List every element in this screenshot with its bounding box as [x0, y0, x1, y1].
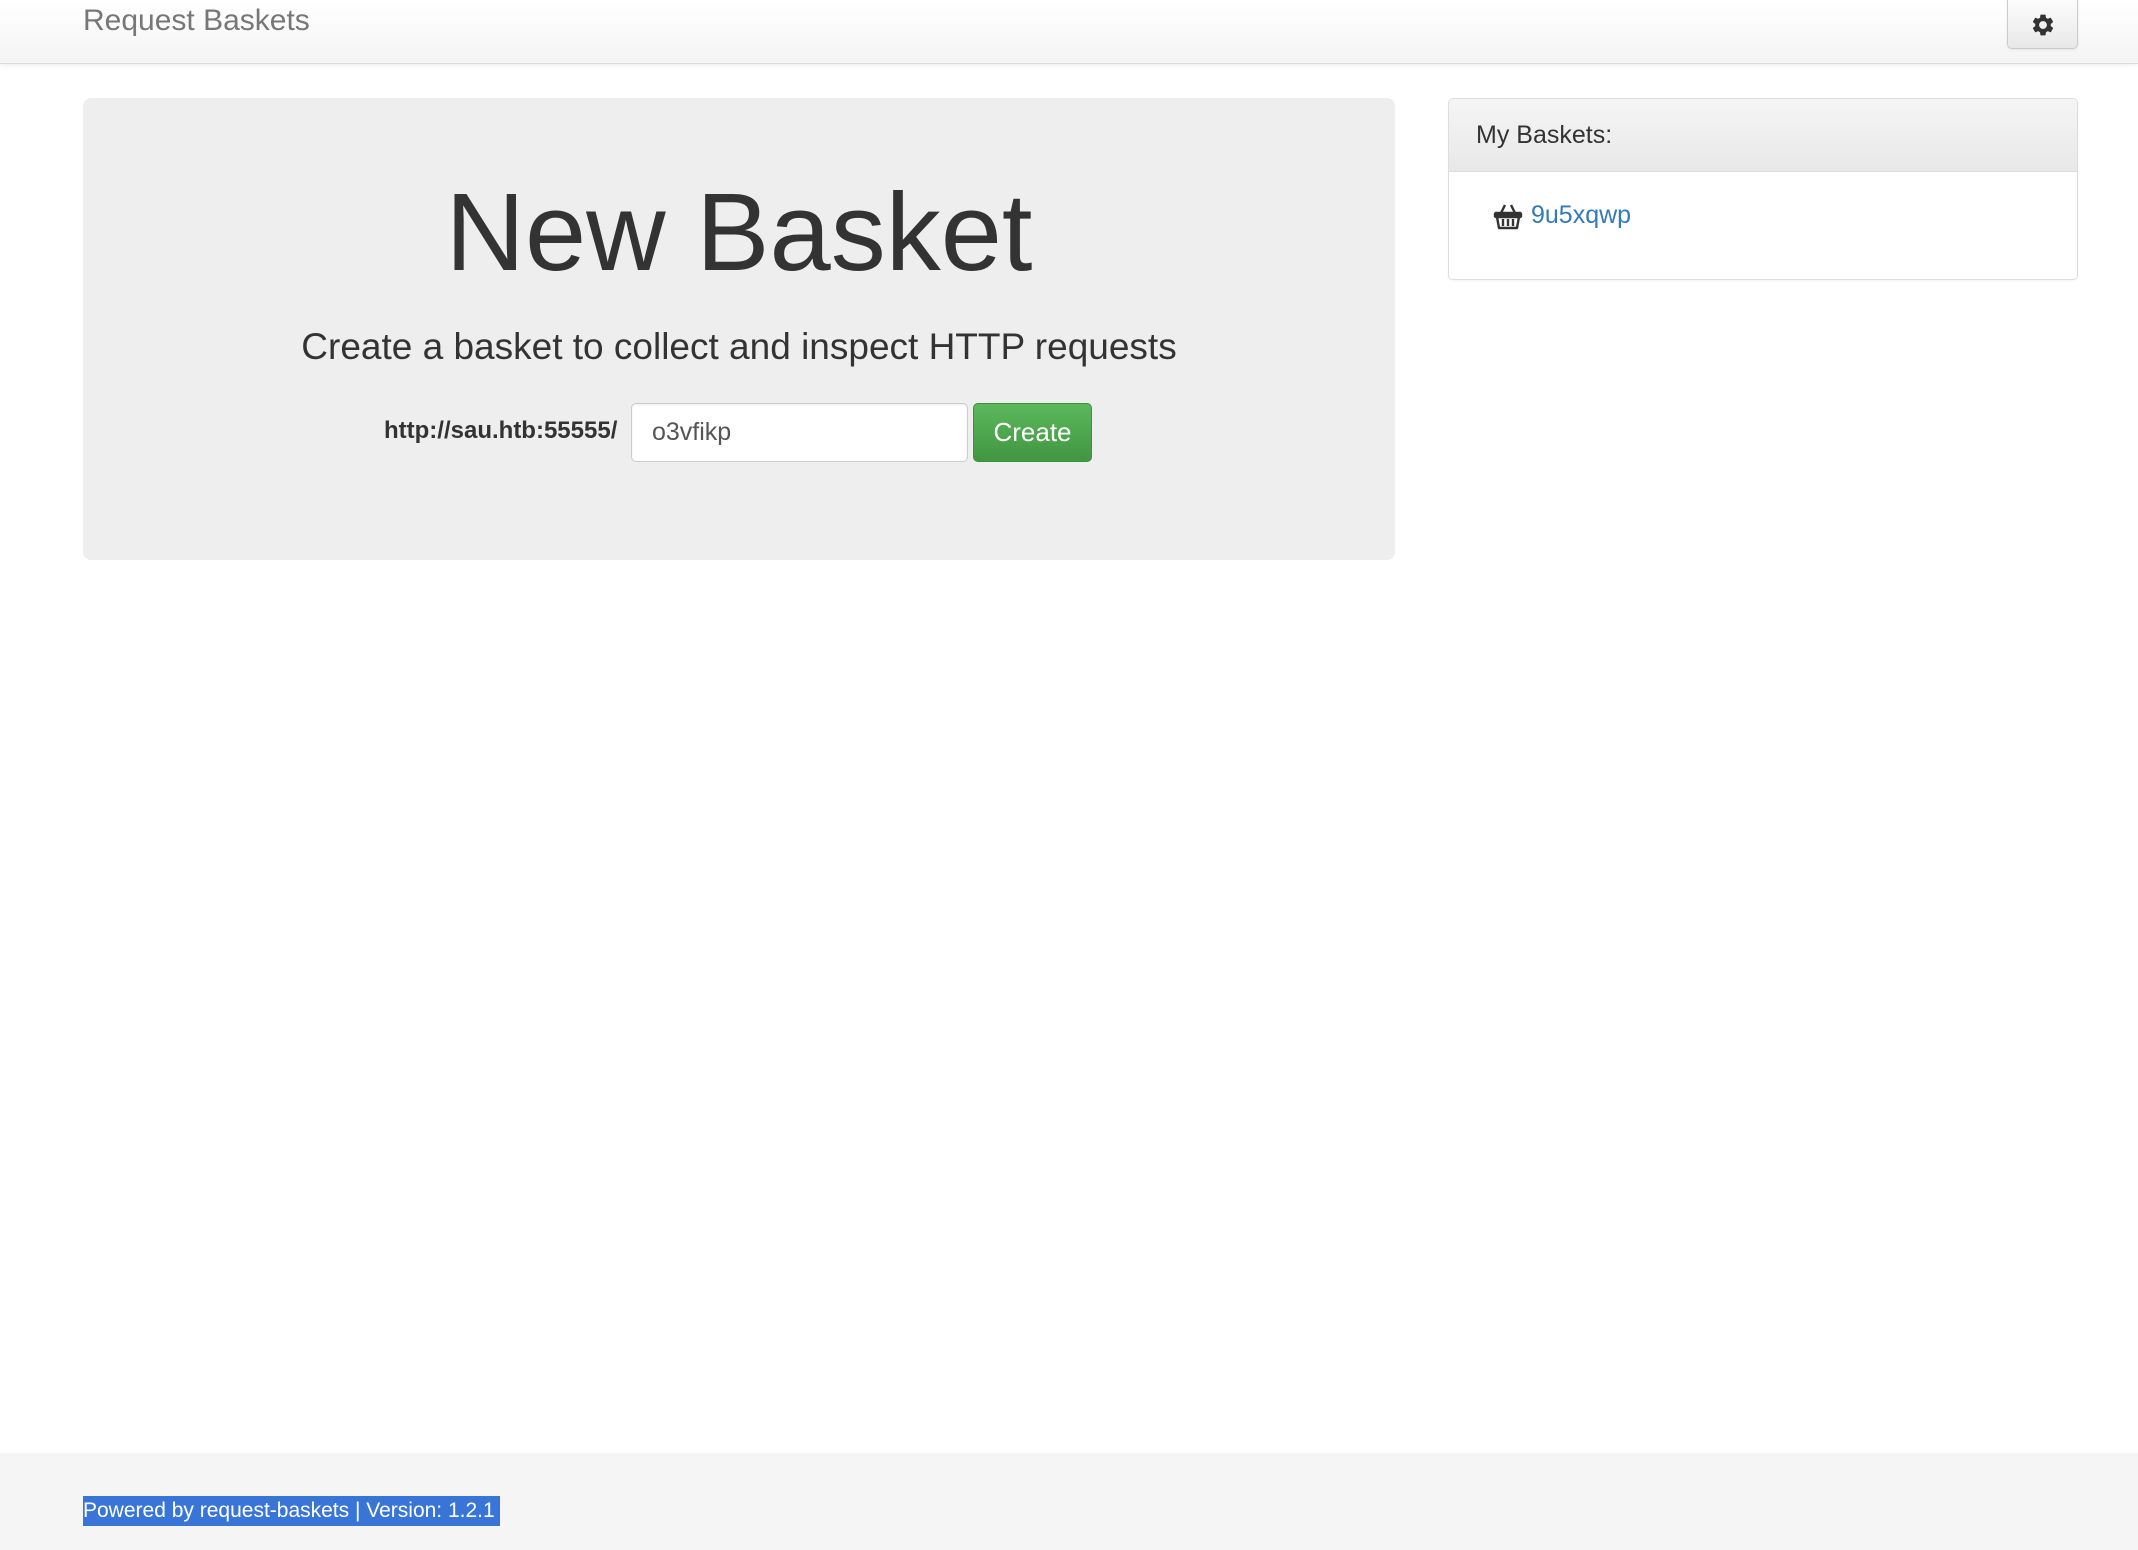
basket-url-prefix: http://sau.htb:55555/ — [384, 417, 618, 444]
create-button[interactable]: Create — [973, 403, 1092, 462]
my-baskets-heading: My Baskets: — [1449, 99, 2077, 172]
basket-name-input[interactable] — [631, 403, 968, 462]
page-title: New Basket — [445, 171, 1033, 294]
basket-icon — [1493, 203, 1523, 229]
my-baskets-panel: My Baskets: 9u5xqwp — [1448, 98, 2078, 280]
page-subtitle: Create a basket to collect and inspect H… — [301, 326, 1177, 367]
basket-link[interactable]: 9u5xqwp — [1531, 201, 1631, 230]
footer: Powered by request-baskets | Version: 1.… — [0, 1453, 2138, 1550]
brand-title[interactable]: Request Baskets — [83, 2, 310, 40]
gear-icon — [2032, 14, 2053, 35]
footer-text: Powered by request-baskets | Version: 1.… — [83, 1496, 500, 1526]
my-baskets-list: 9u5xqwp — [1449, 172, 2077, 230]
list-item[interactable]: 9u5xqwp — [1493, 201, 2077, 230]
new-basket-jumbotron: New Basket Create a basket to collect an… — [83, 98, 1395, 560]
settings-button[interactable] — [2007, 0, 2078, 49]
top-navbar: Request Baskets — [0, 0, 2138, 64]
